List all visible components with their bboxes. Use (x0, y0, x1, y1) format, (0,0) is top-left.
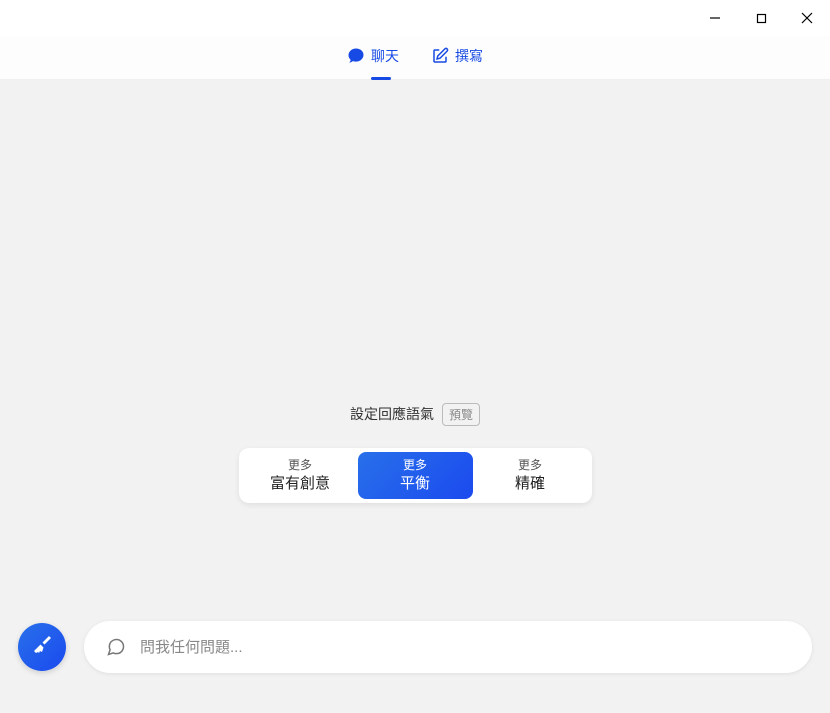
tone-label: 設定回應語氣 (350, 404, 434, 424)
tab-chat[interactable]: 聊天 (347, 46, 399, 70)
search-input[interactable] (140, 639, 790, 656)
tone-chooser: 更多 富有創意 更多 平衡 更多 精確 (239, 448, 592, 503)
tab-chat-label: 聊天 (371, 46, 399, 66)
tone-option-precise[interactable]: 更多 精確 (473, 452, 588, 499)
maximize-button[interactable] (738, 0, 784, 36)
tab-compose[interactable]: 撰寫 (431, 46, 483, 70)
tone-option-prefix: 更多 (368, 458, 463, 474)
compose-box[interactable] (84, 621, 812, 673)
tone-option-creative[interactable]: 更多 富有創意 (243, 452, 358, 499)
input-bar (18, 621, 812, 673)
broom-icon (30, 633, 54, 662)
close-button[interactable] (784, 0, 830, 36)
preview-badge: 預覽 (442, 403, 480, 426)
tab-compose-label: 撰寫 (455, 46, 483, 66)
compose-icon (431, 47, 449, 65)
tone-option-label: 富有創意 (253, 474, 348, 494)
minimize-button[interactable] (692, 0, 738, 36)
tone-option-balanced[interactable]: 更多 平衡 (358, 452, 473, 499)
main-content: 設定回應語氣 預覽 更多 富有創意 更多 平衡 更多 精確 (0, 80, 830, 713)
tone-option-prefix: 更多 (483, 458, 578, 474)
tone-option-label: 平衡 (368, 474, 463, 494)
window-titlebar (0, 0, 830, 36)
tone-option-label: 精確 (483, 474, 578, 494)
mode-tabs: 聊天 撰寫 (0, 36, 830, 80)
tone-heading-row: 設定回應語氣 預覽 (350, 403, 480, 426)
chat-outline-icon (106, 637, 126, 657)
new-topic-button[interactable] (18, 623, 66, 671)
tone-option-prefix: 更多 (253, 458, 348, 474)
chat-bubble-icon (347, 47, 365, 65)
